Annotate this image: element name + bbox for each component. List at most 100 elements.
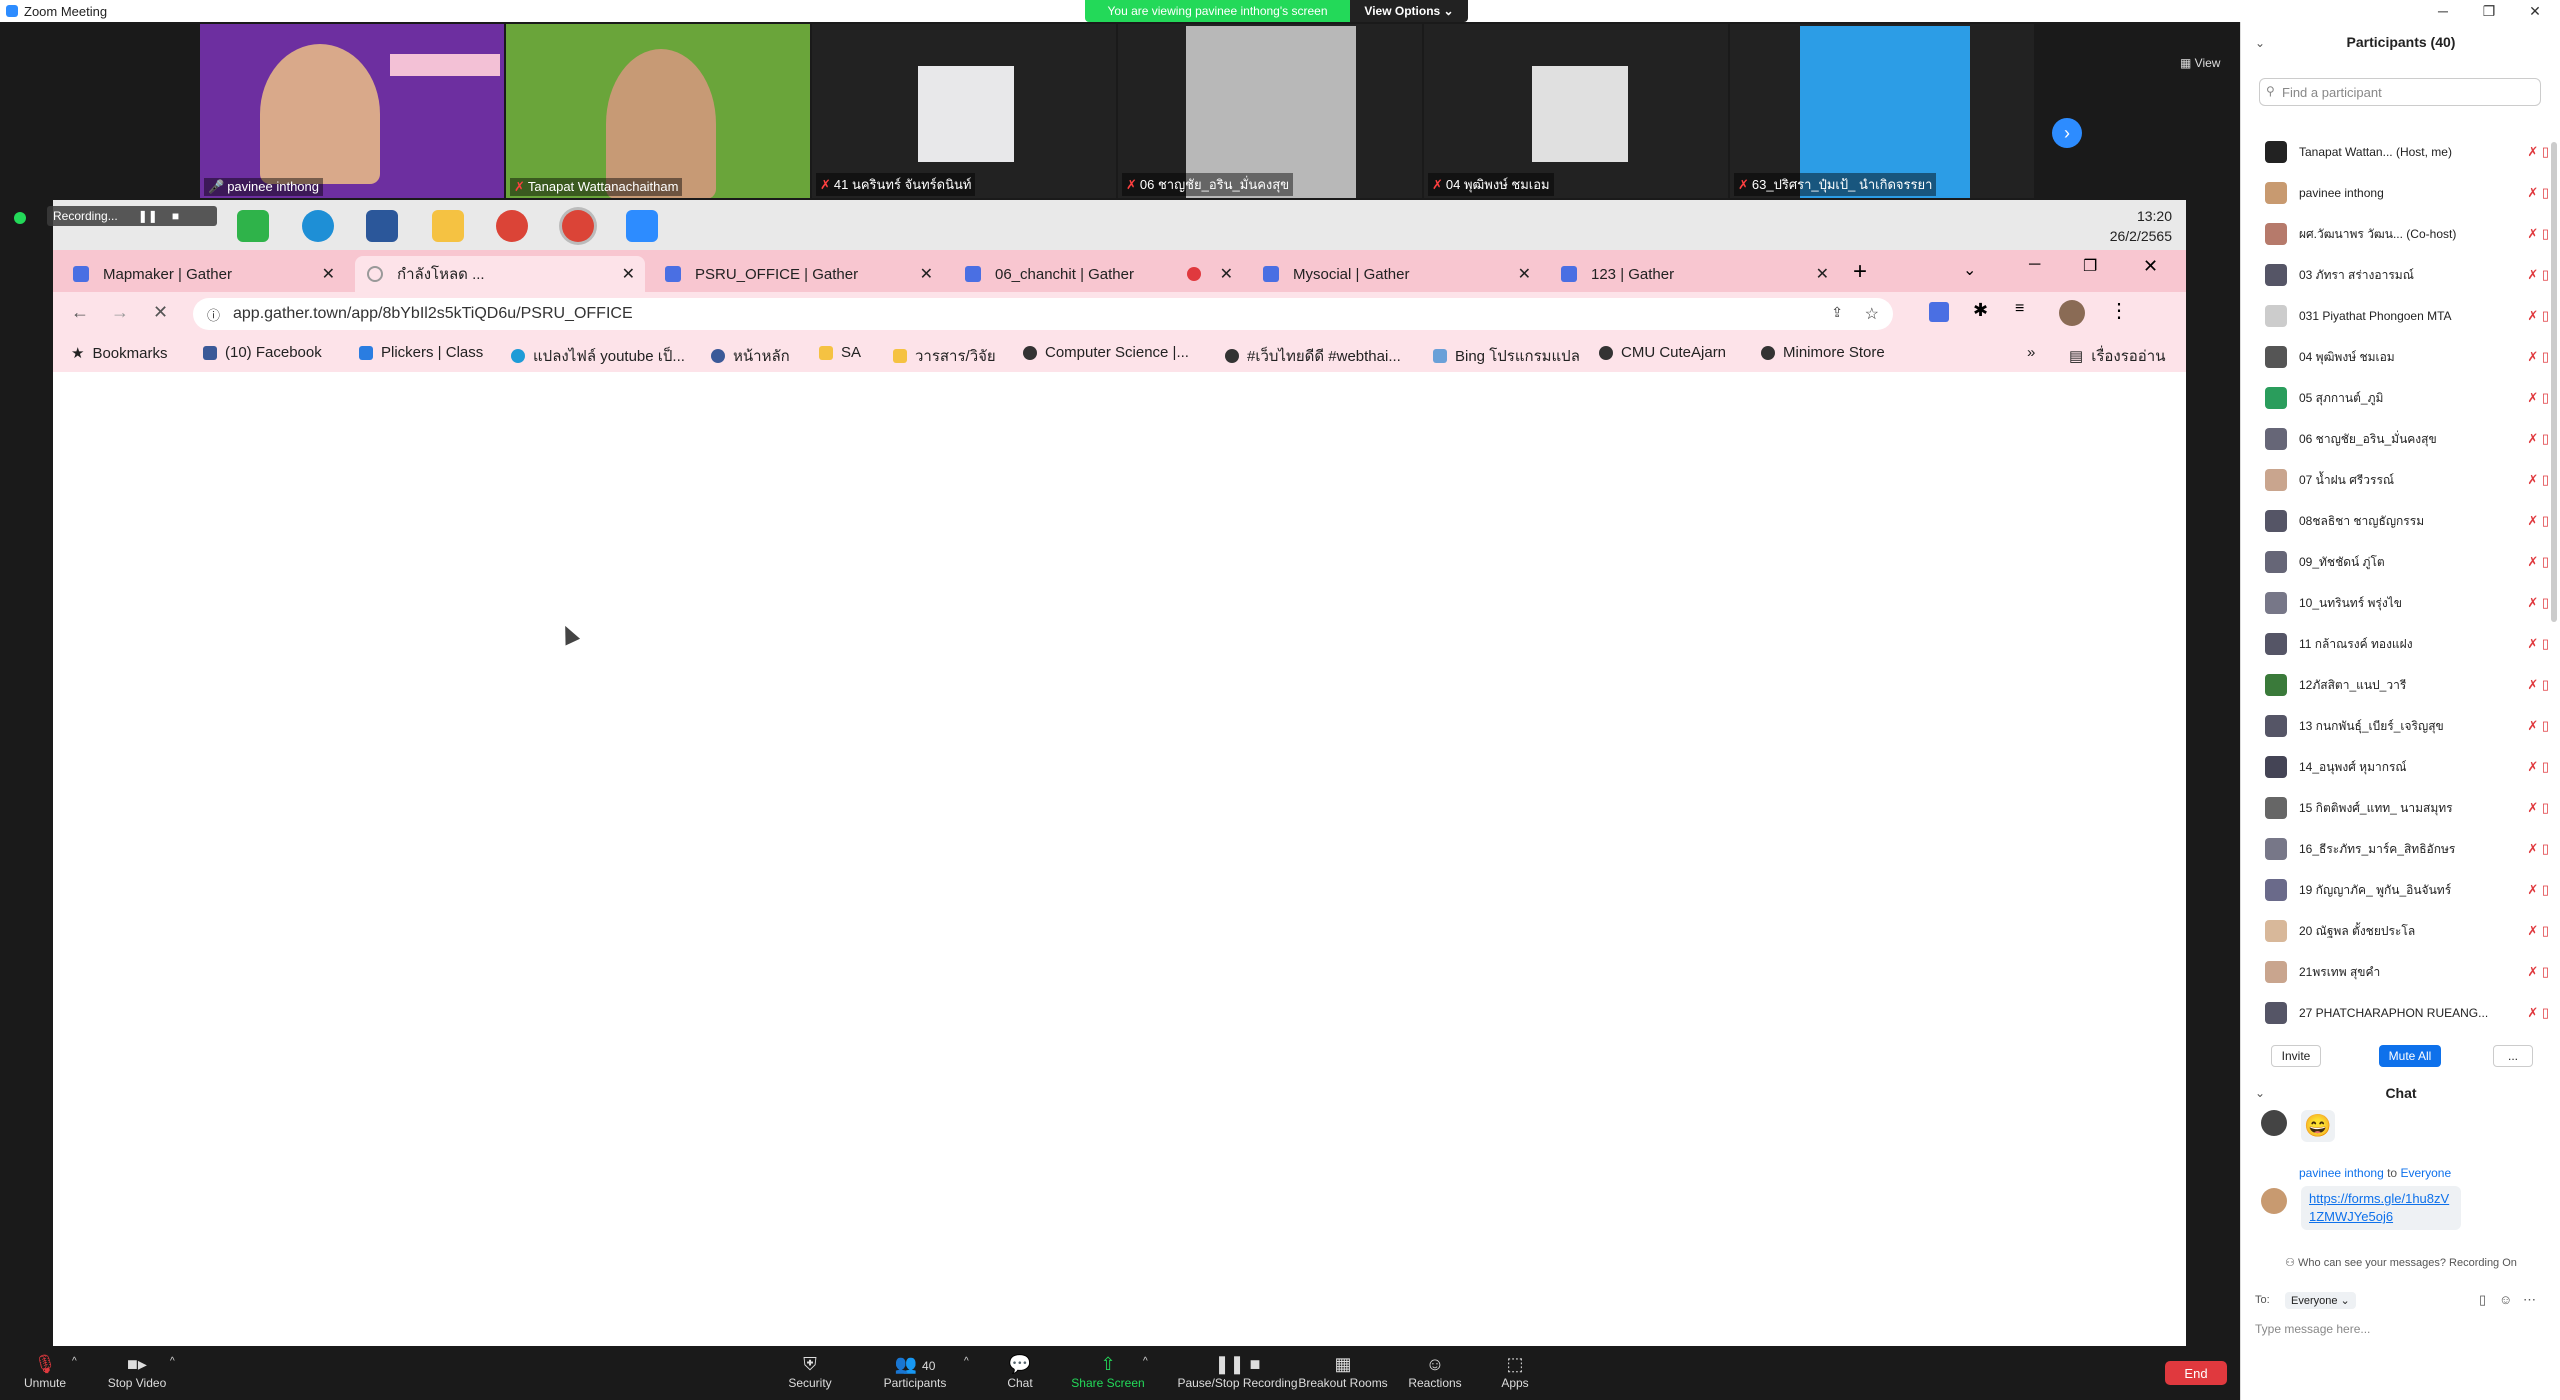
bookmark-item[interactable]: #เว็บไทยดีดี #webthai... xyxy=(1225,344,1401,368)
bookmark-item[interactable]: Computer Science |... xyxy=(1023,344,1189,361)
word-icon[interactable] xyxy=(366,210,398,242)
bookmark-item[interactable]: แปลงไฟล์ youtube เป็... xyxy=(511,344,685,368)
bookmark-item[interactable]: Bing โปรแกรมแปล xyxy=(1433,344,1580,368)
participant-row[interactable]: 06 ชาญชัย_อริน_มั่นคงสุข ✗ ▯ xyxy=(2241,419,2560,459)
stop-video-button[interactable]: ■▸ Stop Video xyxy=(82,1352,192,1390)
browser-tab[interactable]: Mysocial | Gather ✕ xyxy=(1251,256,1541,292)
video-tile[interactable]: ✗ 06 ชาญชัย_อริน_มั่นคงสุข xyxy=(1118,24,1422,198)
participant-row[interactable]: 05 สุภกานต์_ภูมิ ✗ ▯ xyxy=(2241,378,2560,418)
privacy-note[interactable]: ⚇ Who can see your messages? Recording O… xyxy=(2241,1256,2560,1269)
audio-options-caret-icon[interactable]: ^ xyxy=(72,1356,77,1367)
new-tab-icon[interactable]: + xyxy=(1853,258,1867,286)
participant-row[interactable]: Tanapat Wattan... (Host, me) ✗ ▯ xyxy=(2241,132,2560,172)
file-explorer-icon[interactable] xyxy=(432,210,464,242)
participant-row[interactable]: 15 กิตติพงศ์_แทท_ นามสมุทร ✗ ▯ xyxy=(2241,788,2560,828)
more-options-button[interactable]: ... xyxy=(2493,1045,2533,1067)
close-tab-icon[interactable]: ✕ xyxy=(322,264,335,284)
participant-row[interactable]: 13 กนกพันธุ์_เบียร์_เจริญสุข ✗ ▯ xyxy=(2241,706,2560,746)
participant-row[interactable]: 10_นทรินทร์ พรุ่งไข ✗ ▯ xyxy=(2241,583,2560,623)
pause-icon[interactable]: ❚❚ xyxy=(138,209,158,223)
chrome-active-icon[interactable] xyxy=(562,210,594,242)
browser-tab[interactable]: PSRU_OFFICE | Gather ✕ xyxy=(653,256,943,292)
security-button[interactable]: ⛨ Security xyxy=(755,1352,865,1390)
participant-row[interactable]: 03 ภัทรา สร่างอารมณ์ ✗ ▯ xyxy=(2241,255,2560,295)
browser-tab[interactable]: 123 | Gather ✕ xyxy=(1549,256,1839,292)
browser-restore-icon[interactable]: ❐ xyxy=(2083,256,2097,276)
close-tab-icon[interactable]: ✕ xyxy=(622,264,635,284)
reading-list[interactable]: ▤ เรื่องรออ่าน xyxy=(2069,344,2165,368)
participant-row[interactable]: 07 น้ำฝน ศรีวรรณ์ ✗ ▯ xyxy=(2241,460,2560,500)
bookmark-item[interactable]: SA xyxy=(819,344,861,361)
edge-icon[interactable] xyxy=(302,210,334,242)
forward-icon[interactable]: → xyxy=(111,302,129,323)
bookmark-item[interactable]: CMU CuteAjarn xyxy=(1599,344,1726,361)
video-tile[interactable]: ✗ 63_ปริศรา_ปุ๋มเป้_ นำเกิดจรรยา xyxy=(1730,24,2034,198)
bookmark-item[interactable]: Minimore Store xyxy=(1761,344,1885,361)
browser-close-icon[interactable]: ✕ xyxy=(2143,256,2158,277)
participant-row[interactable]: 11 กล้าณรงค์ ทองแฝง ✗ ▯ xyxy=(2241,624,2560,664)
stop-loading-icon[interactable]: ✕ xyxy=(153,302,168,323)
participant-search-input[interactable]: ⚲ Find a participant xyxy=(2259,78,2541,106)
bookmark-item[interactable]: ★ Bookmarks xyxy=(71,344,167,363)
back-icon[interactable]: ← xyxy=(71,302,89,323)
bookmark-item[interactable]: หน้าหลัก xyxy=(711,344,790,368)
close-tab-icon[interactable]: ✕ xyxy=(1816,264,1829,284)
close-tab-icon[interactable]: ✕ xyxy=(920,264,933,284)
end-meeting-button[interactable]: End xyxy=(2165,1361,2227,1385)
participant-row[interactable]: 19 กัญญาภัค_ พูกัน_อินจันทร์ ✗ ▯ xyxy=(2241,870,2560,910)
bookmark-star-icon[interactable]: ☆ xyxy=(1865,304,1879,324)
chat-input[interactable]: Type message here... xyxy=(2255,1322,2545,1336)
view-toggle-button[interactable]: ▦ View xyxy=(2180,56,2220,70)
bookmark-item[interactable]: (10) Facebook xyxy=(203,344,322,361)
zoom-taskbar-icon[interactable] xyxy=(626,210,658,242)
tab-search-icon[interactable]: ⌄ xyxy=(1963,260,1976,280)
pause-stop-recording-button[interactable]: ❚❚ ■ Pause/Stop Recording xyxy=(1170,1352,1305,1390)
browser-tab[interactable]: 06_chanchit | Gather ✕ xyxy=(953,256,1243,292)
participant-row[interactable]: pavinee inthong ✗ ▯ xyxy=(2241,173,2560,213)
chrome-icon[interactable] xyxy=(496,210,528,242)
browser-minimize-icon[interactable]: ─ xyxy=(2029,256,2040,274)
more-bookmarks-icon[interactable]: » xyxy=(2027,344,2035,361)
participant-row[interactable]: 09_ทัชชัดน์ ภู่โต ✗ ▯ xyxy=(2241,542,2560,582)
chat-more-icon[interactable]: ⋯ xyxy=(2523,1292,2536,1308)
video-options-caret-icon[interactable]: ^ xyxy=(170,1356,175,1367)
participant-row[interactable]: 12ภัสสิตา_แนป_วารี ✗ ▯ xyxy=(2241,665,2560,705)
participant-row[interactable]: 16_ธีระภัทร_มาร์ค_สิทธิอักษร ✗ ▯ xyxy=(2241,829,2560,869)
maximize-icon[interactable]: ❐ xyxy=(2466,0,2512,22)
video-tile[interactable]: ✗ 04 พุฒิพงษ์ ชมเอม xyxy=(1424,24,1728,198)
browser-tab[interactable]: Mapmaker | Gather ✕ xyxy=(61,256,345,292)
participant-row[interactable]: 21พรเทพ สุขคำ ✗ ▯ xyxy=(2241,952,2560,992)
participants-button[interactable]: 👥 40 Participants xyxy=(860,1352,970,1390)
site-info-icon[interactable]: ⓘ xyxy=(207,305,220,324)
participant-row[interactable]: 08ชลธิชา ชาญธัญกรรม ✗ ▯ xyxy=(2241,501,2560,541)
participants-scrollbar[interactable] xyxy=(2551,142,2557,622)
bookmark-item[interactable]: วารสาร/วิจัย xyxy=(893,344,996,368)
media-control-icon[interactable]: ≡ xyxy=(2015,300,2024,318)
participant-row[interactable]: 031 Piyathat Phongoen MTA ✗ ▯ xyxy=(2241,296,2560,336)
participant-row[interactable]: 20 ณัฐพล ตั้งชยประโล ✗ ▯ xyxy=(2241,911,2560,951)
bookmark-item[interactable]: Plickers | Class xyxy=(359,344,483,361)
participant-row[interactable]: 04 พุฒิพงษ์ ชมเอม ✗ ▯ xyxy=(2241,337,2560,377)
video-tile[interactable]: ✗ 41 นครินทร์ จันทร์ดนินท์ xyxy=(812,24,1116,198)
close-window-icon[interactable]: ✕ xyxy=(2512,0,2558,22)
line-app-icon[interactable] xyxy=(237,210,269,242)
recipient-select[interactable]: Everyone ⌄ xyxy=(2285,1292,2356,1309)
file-icon[interactable]: ▯ xyxy=(2479,1292,2486,1308)
video-tile[interactable]: 🎤 pavinee inthong xyxy=(200,24,504,198)
apps-button[interactable]: ⬚ Apps xyxy=(1460,1352,1570,1390)
close-tab-icon[interactable]: ✕ xyxy=(1518,264,1531,284)
minimize-icon[interactable]: ─ xyxy=(2420,0,2466,22)
participant-row[interactable]: 27 PHATCHARAPHON RUEANG... ✗ ▯ xyxy=(2241,993,2560,1033)
participant-row[interactable]: ผศ.วัฒนาพร วัฒน... (Co-host) ✗ ▯ xyxy=(2241,214,2560,254)
translate-extension-icon[interactable] xyxy=(1929,302,1949,322)
extensions-icon[interactable]: ✱ xyxy=(1973,300,1988,321)
share-options-caret-icon[interactable]: ^ xyxy=(1143,1356,1148,1367)
url-input[interactable]: ⓘ app.gather.town/app/8bYbIl2s5kTiQD6u/P… xyxy=(193,298,1893,330)
chat-link[interactable]: https://forms.gle/1hu8zV1ZMWJYe5oj6 xyxy=(2301,1186,2461,1230)
emoji-icon[interactable]: ☺ xyxy=(2499,1292,2512,1307)
browser-tab-active[interactable]: กำลังโหลด ... ✕ xyxy=(355,256,645,292)
close-tab-icon[interactable]: ✕ xyxy=(1220,264,1233,284)
profile-avatar[interactable] xyxy=(2059,300,2085,326)
mute-all-button[interactable]: Mute All xyxy=(2379,1045,2441,1067)
stop-icon[interactable]: ■ xyxy=(172,209,179,223)
